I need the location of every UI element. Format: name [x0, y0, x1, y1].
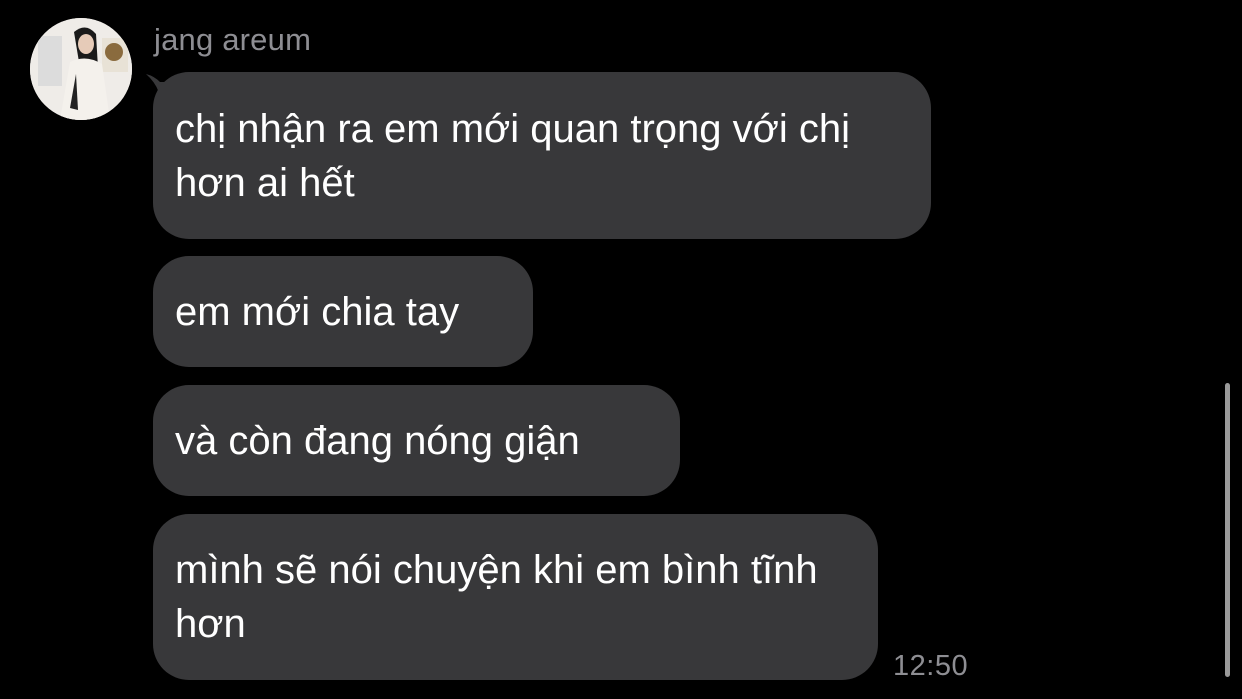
message-text: và còn đang nóng giận — [175, 418, 580, 463]
avatar[interactable] — [30, 18, 132, 120]
profile-photo — [30, 18, 132, 120]
message-bubble[interactable]: mình sẽ nói chuyện khi em bình tĩnh hơn — [153, 514, 878, 680]
message-bubble[interactable]: chị nhận ra em mới quan trọng với chị hơ… — [153, 72, 931, 239]
message-text: mình sẽ nói chuyện khi em bình tĩnh hơn — [175, 548, 818, 646]
message-text: chị nhận ra em mới quan trọng với chị hơ… — [175, 106, 850, 205]
message-timestamp: 12:50 — [893, 650, 969, 682]
message-text: em mới chia tay — [175, 289, 460, 334]
sender-name: jang areum — [154, 22, 312, 57]
scrollbar[interactable] — [1225, 383, 1230, 677]
message-bubble[interactable]: và còn đang nóng giận — [153, 385, 680, 496]
message-bubble[interactable]: em mới chia tay — [153, 256, 533, 367]
